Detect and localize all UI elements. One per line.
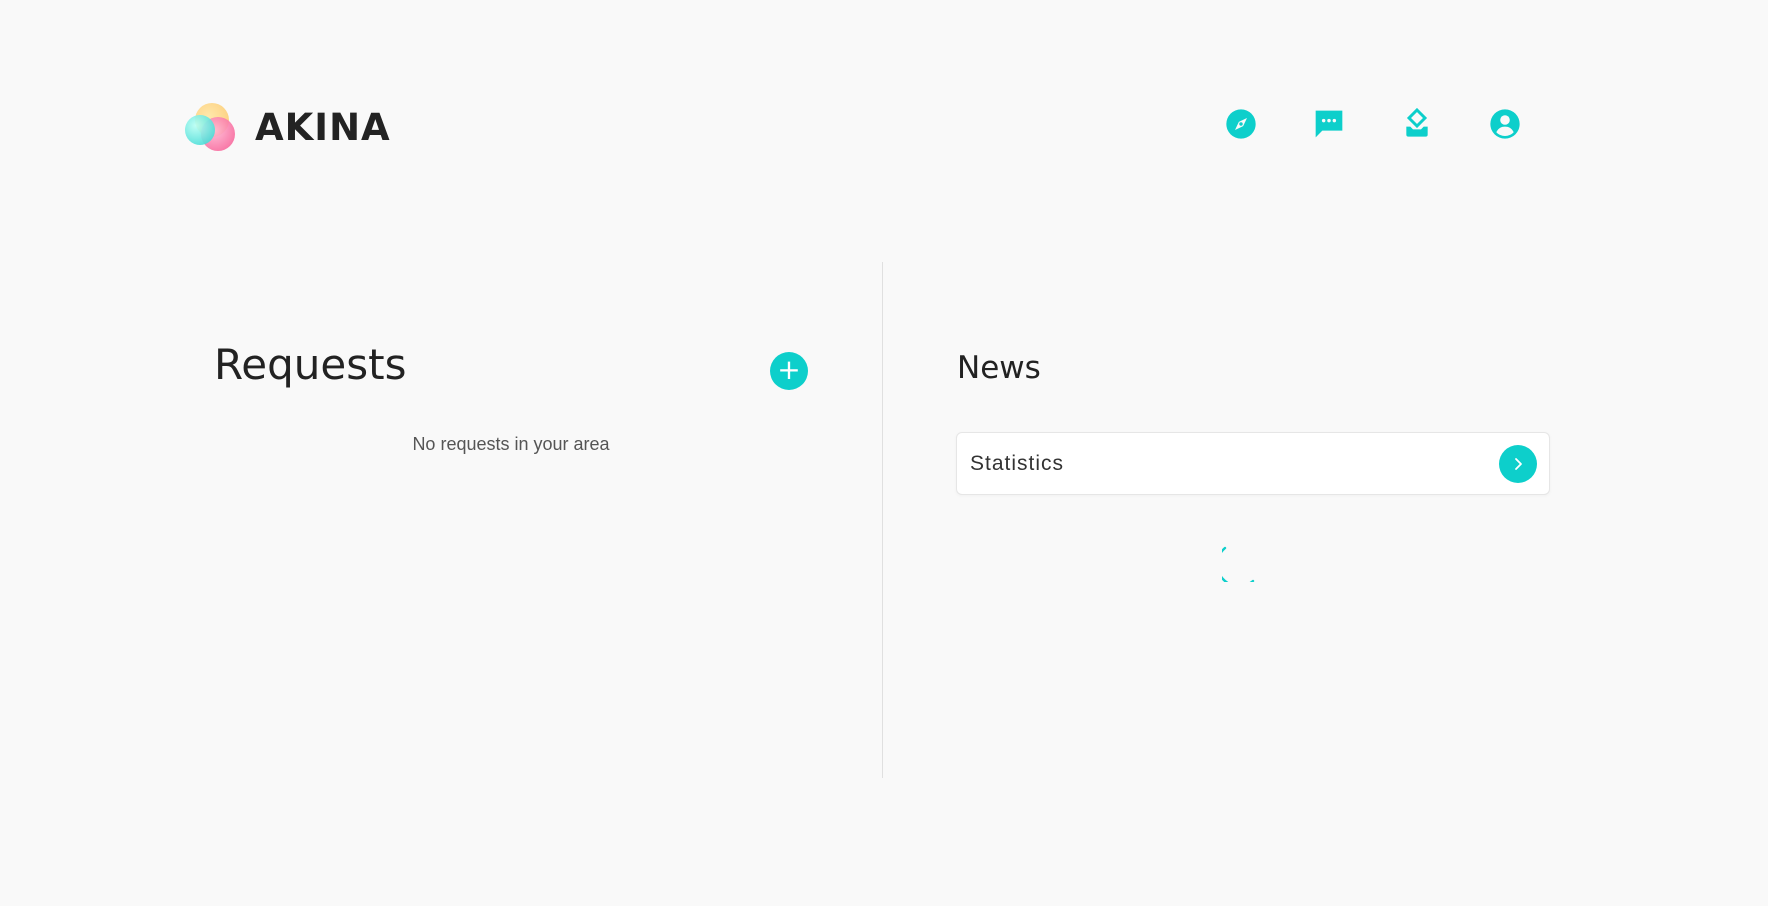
akina-logo-icon xyxy=(185,101,237,153)
chat-icon xyxy=(1315,110,1343,138)
vote-icon xyxy=(1406,107,1428,137)
news-item-statistics[interactable]: Statistics xyxy=(956,432,1550,495)
open-statistics-button[interactable] xyxy=(1499,444,1537,483)
requests-title: Requests xyxy=(214,340,407,389)
page: AKINA Requests + No requests in your are… xyxy=(0,0,1768,906)
plus-icon: + xyxy=(777,353,801,386)
nav-profile-button[interactable] xyxy=(1489,106,1521,142)
brand-logo[interactable]: AKINA xyxy=(185,101,391,153)
chevron-right-icon xyxy=(1515,457,1522,470)
top-nav xyxy=(1225,106,1521,142)
compass-icon xyxy=(1226,109,1256,139)
brand-name: AKINA xyxy=(255,105,391,149)
column-divider xyxy=(882,262,883,778)
account-icon xyxy=(1490,109,1520,139)
add-request-button[interactable]: + xyxy=(770,352,808,390)
news-item-label: Statistics xyxy=(970,451,1065,475)
nav-explore-button[interactable] xyxy=(1225,106,1257,142)
spinner-icon xyxy=(1222,546,1255,582)
nav-messages-button[interactable] xyxy=(1313,106,1345,142)
nav-vote-button[interactable] xyxy=(1401,106,1433,142)
requests-empty-message: No requests in your area xyxy=(412,434,610,454)
news-title: News xyxy=(957,350,1041,386)
